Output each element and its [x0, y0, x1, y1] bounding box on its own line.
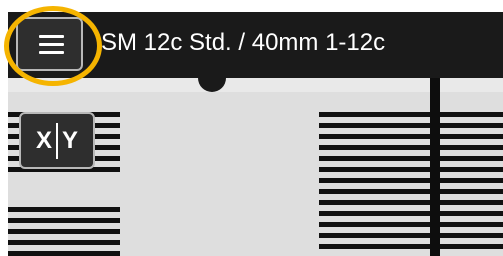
fiber-stripe [319, 200, 503, 205]
fiber-stripe [319, 189, 503, 194]
right-fiber-stripes [319, 112, 503, 256]
fiber-stripe [8, 229, 120, 234]
fiber-view-top-band [8, 78, 503, 92]
fiber-stripe [319, 233, 503, 238]
view-divider-line [430, 78, 440, 256]
xy-view-toggle-button[interactable]: X Y [19, 112, 95, 169]
fiber-stripe [319, 244, 503, 249]
splicer-screen: SM 12c Std. / 40mm 1-12c X Y [0, 0, 503, 256]
fiber-stripe [319, 211, 503, 216]
fiber-stripe [319, 156, 503, 161]
xy-separator [56, 122, 58, 159]
fiber-stripe [319, 123, 503, 128]
x-label: X [35, 126, 52, 154]
fiber-stripe [8, 207, 120, 212]
y-label: Y [62, 126, 79, 154]
fiber-stripe [319, 167, 503, 172]
fiber-stripe [319, 112, 503, 117]
fiber-stripe [319, 134, 503, 139]
fiber-stripe [319, 145, 503, 150]
fiber-stripe [319, 222, 503, 227]
highlight-ring [4, 6, 102, 86]
page-title: SM 12c Std. / 40mm 1-12c [101, 29, 386, 56]
fiber-stripe [8, 218, 120, 223]
fiber-stripe [8, 251, 120, 256]
fiber-stripe [319, 178, 503, 183]
fiber-stripe [8, 240, 120, 245]
